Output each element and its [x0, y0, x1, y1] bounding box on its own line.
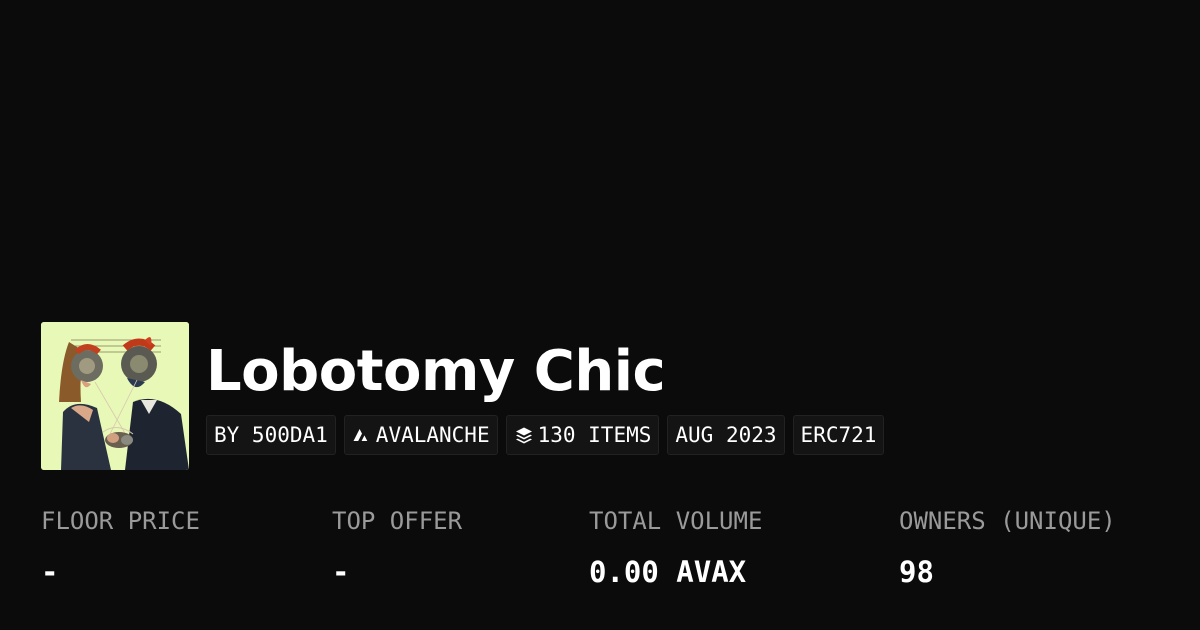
stat-floor-price: FLOOR PRICE - — [41, 504, 200, 590]
collection-art-image — [41, 322, 189, 470]
tag-creator[interactable]: BY 500DA1 — [206, 415, 336, 455]
stat-label: TOTAL VOLUME — [589, 507, 763, 535]
stat-label: TOP OFFER — [332, 507, 463, 535]
tag-date: AUG 2023 — [667, 415, 785, 455]
collection-thumbnail — [41, 322, 189, 470]
stat-top-offer: TOP OFFER - — [332, 504, 462, 590]
tag-chain[interactable]: AVALANCHE — [343, 415, 498, 455]
stat-value: - — [332, 555, 350, 589]
stat-value: 98 — [899, 555, 934, 589]
collection-title: Lobotomy Chic — [206, 339, 666, 404]
stat-label: FLOOR PRICE — [41, 507, 200, 535]
tag-standard-label: ERC721 — [800, 423, 877, 447]
tag-items-label: 130 ITEMS — [537, 423, 652, 447]
collection-tags: BY 500DA1 AVALANCHE 130 ITEMS AUG 2023 E… — [206, 415, 885, 455]
stat-value: - — [41, 555, 59, 589]
stat-value: 0.00 AVAX — [589, 555, 747, 589]
tag-date-label: AUG 2023 — [675, 423, 777, 447]
stat-owners: OWNERS (UNIQUE) 98 — [899, 504, 1116, 590]
collection-card: Lobotomy Chic BY 500DA1 AVALANCHE 130 IT… — [0, 0, 1200, 630]
tag-items[interactable]: 130 ITEMS — [505, 415, 660, 455]
tag-chain-label: AVALANCHE — [375, 423, 490, 447]
stat-label: OWNERS (UNIQUE) — [899, 507, 1116, 535]
stat-total-volume: TOTAL VOLUME 0.00 AVAX — [589, 504, 762, 590]
tag-creator-label: BY 500DA1 — [214, 423, 328, 447]
layers-icon — [514, 425, 534, 445]
avalanche-icon — [352, 425, 372, 445]
tag-standard: ERC721 — [792, 415, 885, 455]
